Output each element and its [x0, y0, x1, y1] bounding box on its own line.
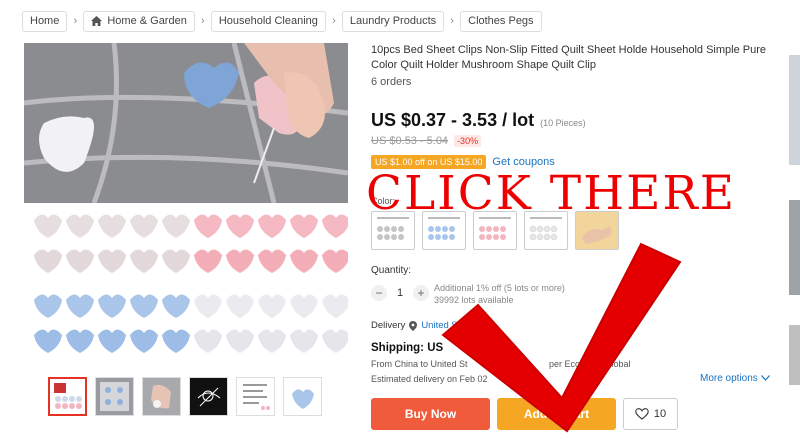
thumbnail-4[interactable] — [189, 377, 228, 416]
breadcrumb-label: Household Cleaning — [218, 15, 318, 27]
quantity-stepper: − 1 + — [371, 285, 429, 301]
breadcrumb-label: Clothes Pegs — [468, 15, 534, 27]
shipping-cost: Shipping: US — [371, 342, 444, 354]
delivery-label: Delivery — [371, 320, 406, 331]
price-row: US $0.37 - 3.53 / lot (10 Pieces) — [371, 110, 586, 131]
click-there-annotation: CLICK THERE — [366, 166, 737, 221]
quantity-info: Additional 1% off (5 lots or more) 39992… — [434, 283, 565, 306]
breadcrumb-home[interactable]: Home — [22, 10, 68, 32]
quantity-label: Quantity: — [371, 265, 412, 276]
bulk-discount-text: Additional 1% off (5 lots or more) — [434, 283, 565, 293]
current-price: US $0.37 - 3.53 / lot — [371, 110, 535, 130]
thumbnail-3[interactable] — [142, 377, 181, 416]
breadcrumb-label: Laundry Products — [349, 15, 437, 27]
breadcrumb: Home › Home & Garden › Household Cleanin… — [22, 10, 542, 32]
minus-icon[interactable]: − — [371, 285, 387, 301]
heart-clip-grid — [34, 214, 348, 353]
thumbnail-1[interactable] — [48, 377, 87, 416]
quantity-value[interactable]: 1 — [395, 287, 405, 299]
breadcrumb-separator: › — [332, 15, 336, 27]
breadcrumb-separator: › — [450, 15, 454, 27]
wishlist-button[interactable]: 10 — [623, 398, 678, 430]
breadcrumb-home-garden[interactable]: Home & Garden — [83, 10, 195, 32]
lot-pieces: (10 Pieces) — [540, 118, 586, 128]
thumbnail-strip — [48, 377, 322, 416]
original-price: US $0.53 - 5.04 — [371, 135, 449, 147]
location-pin-icon — [409, 320, 418, 331]
thumbnail-2[interactable] — [95, 377, 134, 416]
wishlist-count: 10 — [653, 408, 667, 420]
orders-count: 6 orders — [371, 76, 412, 88]
home-icon — [91, 16, 103, 26]
delivery-row: Delivery United States — [371, 320, 478, 331]
breadcrumb-household-cleaning[interactable]: Household Cleaning — [210, 10, 326, 32]
more-options-link[interactable]: More options — [700, 373, 770, 384]
thumbnail-6[interactable] — [283, 377, 322, 416]
ship-from-text: From China to United St — [371, 359, 468, 369]
product-title: 10pcs Bed Sheet Clips Non-Slip Fitted Qu… — [371, 44, 766, 71]
recommendation-strip-2[interactable] — [789, 200, 800, 295]
breadcrumb-separator: › — [73, 15, 78, 27]
breadcrumb-label: Home — [30, 15, 60, 27]
delivery-country-link[interactable]: United States — [421, 320, 478, 331]
breadcrumb-clothes-pegs[interactable]: Clothes Pegs — [460, 10, 542, 32]
ship-method-text: per Economy Global — [549, 359, 631, 369]
breadcrumb-laundry-products[interactable]: Laundry Products — [341, 10, 445, 32]
plus-icon[interactable]: + — [413, 285, 429, 301]
thumbnail-5[interactable] — [236, 377, 275, 416]
heart-icon — [635, 408, 649, 420]
breadcrumb-label: Home & Garden — [107, 15, 187, 27]
more-options-label: More options — [700, 373, 758, 384]
color-variants-image — [24, 205, 348, 357]
chevron-down-icon — [760, 375, 770, 381]
recommendation-strip-3[interactable] — [789, 325, 800, 385]
main-product-image[interactable] — [24, 43, 348, 203]
discount-badge: -30% — [454, 135, 482, 147]
old-price-row: US $0.53 - 5.04 -30% — [371, 135, 482, 147]
lots-available-text: 39992 lots available — [434, 294, 514, 305]
add-to-cart-button[interactable]: Add to Cart — [497, 398, 616, 430]
recommendation-strip-1[interactable] — [789, 55, 800, 165]
product-photo — [24, 43, 348, 203]
estimated-delivery: Estimated delivery on Feb 02 — [371, 374, 488, 384]
buy-now-button[interactable]: Buy Now — [371, 398, 490, 430]
breadcrumb-separator: › — [200, 15, 205, 27]
